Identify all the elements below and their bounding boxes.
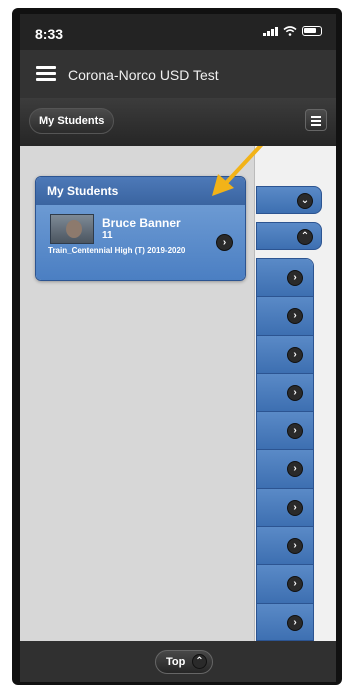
chevron-right-icon[interactable]: ›	[287, 308, 303, 325]
list-item[interactable]: ›	[257, 527, 313, 566]
status-bar: 8:33	[20, 14, 336, 50]
list-item[interactable]: ›	[257, 297, 313, 336]
my-students-button[interactable]: My Students	[29, 108, 115, 134]
chevron-right-icon[interactable]: ›	[287, 384, 303, 401]
chevron-right-icon[interactable]: ›	[287, 423, 303, 440]
chevron-up-icon: ⌃	[192, 654, 207, 669]
list-item[interactable]: ›	[257, 603, 313, 640]
status-time: 8:33	[35, 26, 64, 42]
screen: 8:33 Corona-Norco USD Test My Students ⌄…	[20, 14, 336, 682]
chevron-up-icon[interactable]: ⌃	[297, 229, 313, 245]
bottom-bar: Top ⌃	[20, 641, 336, 682]
my-students-card: My Students Bruce Banner 11 Train_Centen…	[35, 176, 246, 281]
chevron-right-icon[interactable]: ›	[287, 614, 303, 631]
phone-frame: 8:33 Corona-Norco USD Test My Students ⌄…	[12, 8, 342, 685]
student-row[interactable]: Bruce Banner 11 Train_Centennial High (T…	[36, 205, 245, 280]
chevron-right-icon[interactable]: ›	[287, 538, 303, 555]
student-name: Bruce Banner	[102, 216, 181, 230]
list-menu-button[interactable]	[305, 109, 327, 131]
list-item[interactable]: ›	[257, 259, 313, 298]
student-avatar	[50, 214, 94, 244]
hamburger-menu-icon[interactable]	[36, 66, 56, 81]
top-button-label: Top	[166, 656, 186, 668]
chevron-right-icon[interactable]: ›	[287, 270, 303, 286]
list-item[interactable]: ›	[257, 488, 313, 528]
list-item[interactable]: ›	[257, 450, 313, 489]
chevron-right-icon[interactable]: ›	[287, 346, 303, 363]
chevron-down-icon[interactable]: ⌄	[297, 193, 313, 209]
top-button[interactable]: Top ⌃	[155, 650, 213, 674]
chevron-right-icon[interactable]: ›	[287, 461, 303, 478]
status-icons	[263, 26, 322, 36]
battery-icon	[302, 26, 322, 36]
list-item[interactable]: ›	[257, 335, 313, 374]
student-grade: 11	[102, 230, 113, 241]
list-item[interactable]: ›	[257, 565, 313, 604]
chevron-right-icon[interactable]: ›	[287, 576, 303, 593]
student-school: Train_Centennial High (T) 2019-2020	[48, 246, 186, 255]
list-item[interactable]: ›	[257, 412, 313, 451]
list-item[interactable]: ›	[257, 373, 313, 413]
chevron-right-icon[interactable]: ›	[216, 234, 233, 251]
app-header: Corona-Norco USD Test	[20, 50, 336, 98]
toolbar: My Students	[20, 98, 336, 146]
section-list: › › › › › › › › › ›	[256, 258, 314, 641]
card-title: My Students	[36, 177, 245, 205]
app-title: Corona-Norco USD Test	[68, 67, 219, 83]
signal-icon	[263, 26, 278, 36]
wifi-icon	[283, 26, 297, 36]
avatar-face	[66, 220, 82, 238]
main-content: ⌄ ⌃ › › › › › › › › › › My Students Bruc…	[20, 146, 336, 641]
collapsed-section-row[interactable]: ⌄	[256, 186, 322, 214]
chevron-right-icon[interactable]: ›	[287, 499, 303, 516]
expanded-section-row[interactable]: ⌃	[256, 222, 322, 250]
